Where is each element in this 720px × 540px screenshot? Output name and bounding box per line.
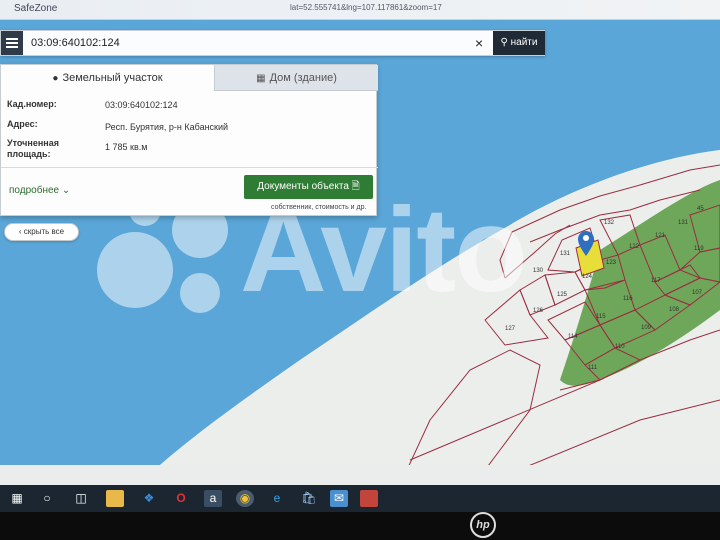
store-icon[interactable]: 🛍 (300, 490, 318, 507)
file-explorer-icon[interactable] (106, 490, 124, 507)
search-button[interactable]: ⚲ найти (493, 31, 545, 55)
cadastral-search-input[interactable] (31, 35, 471, 51)
edge-icon[interactable]: e (268, 490, 286, 507)
parcel-label: 115 (596, 314, 606, 320)
hamburger-icon (6, 46, 18, 48)
collapse-all-label: скрыть все (23, 227, 65, 236)
title-bar: SafeZone lat=52.555741&lng=107.117861&zo… (0, 0, 720, 20)
chevron-left-icon: ‹ (18, 227, 22, 236)
parcel-label: 119 (694, 246, 704, 252)
parcel-label: 121 (655, 233, 666, 239)
location-pin-icon: ● (52, 73, 59, 84)
parcel-label: 130 (533, 268, 544, 274)
parcel-label: 125 (557, 292, 568, 298)
windows-icon[interactable]: ▦ (8, 490, 26, 507)
parcel-label: 107 (692, 290, 703, 296)
app-icon[interactable] (360, 490, 378, 507)
parcel-label: 123 (606, 260, 617, 266)
object-info-panel: ● Земельный участок ▦ Дом (здание) Кад.ном… (0, 64, 378, 216)
documents-note: собственник, стоимость и др. (271, 204, 367, 211)
parcel-label: 111 (588, 365, 598, 371)
search-bar: × ⚲ найти (0, 30, 545, 56)
more-details-link[interactable]: подробнее ⌄ (9, 185, 70, 196)
app-title: SafeZone (14, 3, 58, 14)
chevron-down-icon: ⌄ (61, 185, 71, 196)
parcel-label: 131 (560, 251, 571, 257)
hamburger-icon (6, 38, 18, 40)
tab-label: Земельный участок (62, 72, 163, 84)
area-value: 1 785 кв.м (105, 142, 148, 152)
more-details-label: подробнее (9, 185, 60, 196)
dropbox-icon[interactable]: ❖ (140, 490, 158, 507)
amazon-icon[interactable]: a (204, 490, 222, 507)
tab-land-plot[interactable]: ● Земельный участок (1, 65, 214, 91)
panel-divider (1, 167, 378, 168)
parcel-label: 124 (582, 274, 593, 280)
cadastral-number-label: Кад.номер: (7, 99, 57, 109)
laptop-bezel (0, 512, 720, 540)
parcel-label: 108 (669, 307, 680, 313)
object-documents-button[interactable]: Документы объекта 🗎 (244, 175, 373, 199)
search-icon[interactable]: ○ (38, 490, 56, 507)
mail-icon[interactable]: ✉ (330, 490, 348, 507)
parcel-label: 126 (533, 308, 544, 314)
opera-icon[interactable]: O (172, 490, 190, 507)
windows-taskbar: ▦ ○ ◫ ❖ O a ◉ e 🛍 ✉ (0, 485, 720, 512)
documents-button-label: Документы объекта (257, 181, 349, 192)
parcel-label: 122 (629, 244, 640, 250)
clear-search-icon[interactable]: × (475, 34, 489, 52)
screen: SafeZone lat=52.555741&lng=107.117861&zo… (0, 0, 720, 485)
parcel-label: 132 (604, 220, 615, 226)
tab-house-building[interactable]: ▦ Дом (здание) (214, 65, 378, 91)
cadastral-number-value: 03:09:640102:124 (105, 100, 178, 110)
hamburger-icon (6, 42, 18, 44)
area-label: Уточненная площадь: (7, 138, 59, 159)
address-label: Адрес: (7, 119, 38, 129)
parcel-label: 116 (623, 296, 633, 302)
parcel-label: 117 (651, 278, 661, 284)
tab-label: Дом (здание) (269, 72, 337, 84)
search-button-label: найти (510, 37, 538, 48)
menu-button[interactable] (1, 31, 23, 55)
building-icon: ▦ (256, 73, 266, 84)
address-url[interactable]: lat=52.555741&lng=107.117861&zoom=17 (290, 3, 442, 12)
parcel-label: 109 (641, 325, 652, 331)
task-view-icon[interactable]: ◫ (72, 490, 90, 507)
document-icon: 🗎 (351, 181, 360, 192)
parcel-label: 131 (678, 220, 689, 226)
address-value: Респ. Бурятия, р-н Кабанский (105, 122, 229, 132)
chrome-icon[interactable]: ◉ (236, 490, 254, 507)
parcel-label: 110 (615, 344, 625, 350)
search-icon: ⚲ (500, 37, 508, 48)
parcel-label: 114 (568, 334, 578, 340)
hp-logo-icon: hp (470, 512, 496, 538)
parcel-label: 45 (697, 206, 704, 212)
collapse-all-button[interactable]: ‹ скрыть все (4, 223, 79, 241)
